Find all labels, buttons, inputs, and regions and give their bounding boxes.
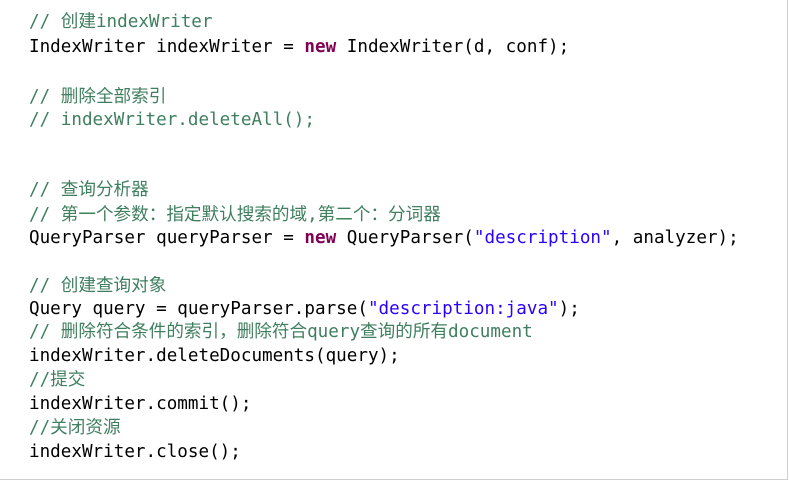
string-token: "description:java" — [367, 299, 559, 319]
code-line[interactable]: indexWriter.deleteDocuments(query); — [29, 344, 400, 368]
code-line[interactable]: //关闭资源 — [29, 416, 121, 440]
plain-token: ); — [558, 299, 580, 319]
comment-token: // 创建查询对象 — [29, 276, 167, 296]
code-line[interactable]: indexWriter.commit(); — [29, 392, 251, 416]
keyword-token: new — [304, 37, 337, 57]
plain-token: , analyzer); — [611, 228, 739, 248]
code-line[interactable]: // 第一个参数：指定默认搜索的域,第二个：分词器 — [29, 203, 441, 227]
code-line[interactable]: //提交 — [29, 368, 85, 392]
plain-token: QueryParser queryParser = — [29, 228, 305, 248]
plain-token: IndexWriter(d, conf); — [336, 37, 570, 57]
comment-token: //关闭资源 — [29, 418, 121, 438]
code-line[interactable]: // 创建indexWriter — [29, 10, 212, 34]
comment-token: // 删除全部索引 — [29, 87, 167, 107]
code-line[interactable]: indexWriter.close(); — [29, 440, 241, 464]
string-token: "description" — [473, 228, 612, 248]
code-line[interactable]: QueryParser queryParser = new QueryParse… — [29, 226, 739, 250]
comment-token: // 查询分析器 — [29, 180, 149, 200]
comment-token: // indexWriter.deleteAll(); — [29, 110, 315, 130]
code-line[interactable]: // 删除全部索引 — [29, 85, 166, 109]
plain-token: indexWriter.commit(); — [29, 394, 252, 414]
comment-token: // 第一个参数：指定默认搜索的域,第二个：分词器 — [29, 205, 441, 225]
code-line[interactable]: Query query = queryParser.parse("descrip… — [29, 297, 580, 321]
code-line[interactable]: // indexWriter.deleteAll(); — [29, 108, 315, 132]
plain-token: Query query = queryParser.parse( — [29, 299, 368, 319]
comment-token: //提交 — [29, 370, 86, 390]
code-line[interactable]: IndexWriter indexWriter = new IndexWrite… — [29, 35, 569, 59]
plain-token: IndexWriter indexWriter = — [29, 37, 305, 57]
plain-token: indexWriter.close(); — [29, 442, 241, 462]
keyword-token: new — [304, 228, 337, 248]
code-line[interactable]: // 查询分析器 — [29, 178, 149, 202]
code-line[interactable]: // 创建查询对象 — [29, 274, 166, 298]
code-line[interactable]: // 删除符合条件的索引，删除符合query查询的所有document — [29, 320, 533, 344]
code-editor[interactable]: // 创建indexWriter IndexWriter indexWriter… — [0, 0, 788, 480]
comment-token: // 删除符合条件的索引，删除符合query查询的所有document — [29, 322, 533, 342]
plain-token: indexWriter.deleteDocuments(query); — [29, 346, 400, 366]
comment-token: // 创建indexWriter — [29, 12, 213, 32]
plain-token: QueryParser( — [336, 228, 474, 248]
